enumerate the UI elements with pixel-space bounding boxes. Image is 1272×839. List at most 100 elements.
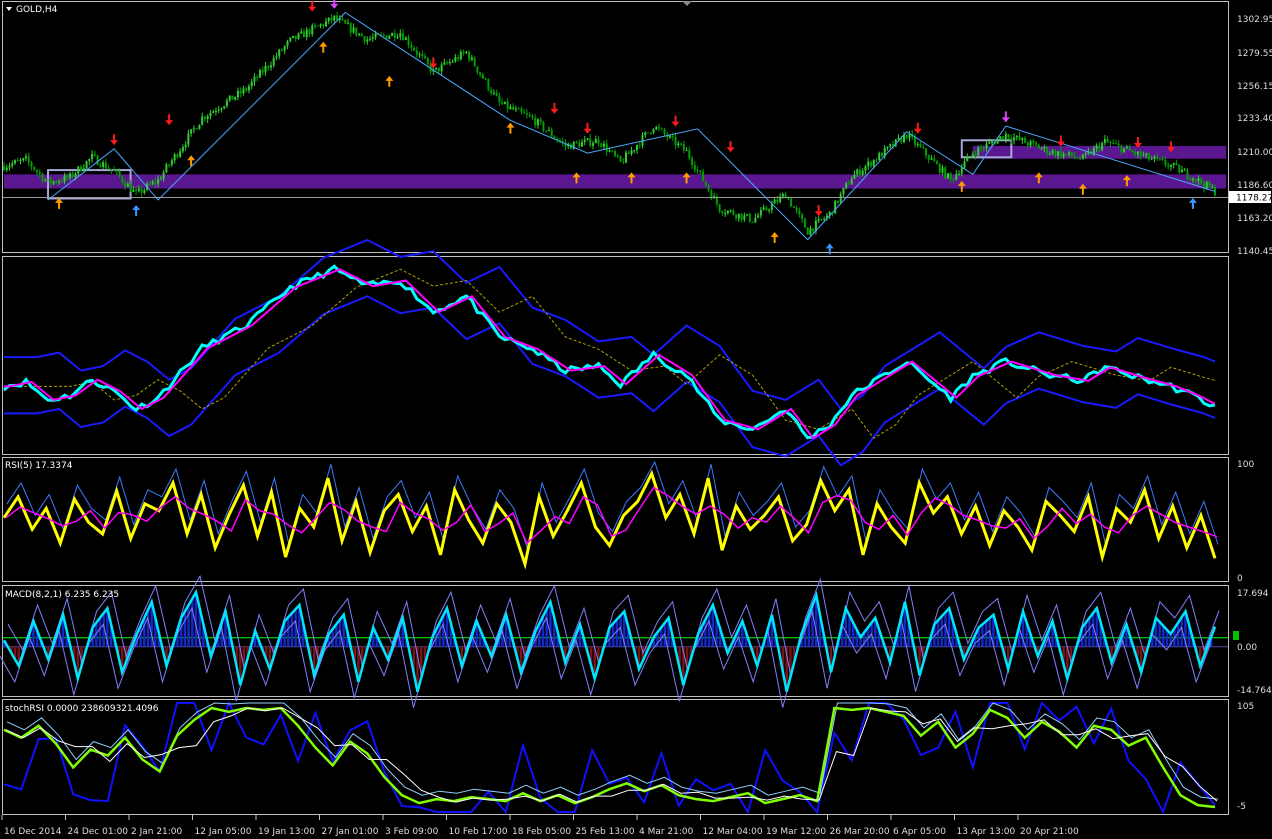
candle-body (531, 116, 534, 118)
symbol-title: GOLD,H4 (16, 5, 58, 15)
candle-body (534, 117, 537, 126)
candle-body (231, 95, 234, 100)
candle-body (999, 136, 1002, 139)
candle-body (1164, 159, 1167, 166)
candle-body (707, 185, 710, 191)
candle-body (982, 148, 985, 150)
sell-arrow (583, 128, 592, 134)
time-label: 18 Feb 05:00 (512, 827, 571, 837)
candle-body (820, 218, 823, 220)
candle-body (834, 200, 837, 214)
candle-body (132, 189, 135, 192)
candle-body (88, 159, 91, 162)
candle-body (415, 50, 418, 55)
candle-body (457, 57, 460, 60)
candle-body (704, 181, 707, 186)
candle-body (927, 155, 930, 160)
time-label: 12 Jan 05:00 (195, 827, 252, 837)
candle-body (36, 170, 39, 173)
candle-body (969, 156, 972, 158)
candle-body (30, 162, 33, 167)
candle-body (435, 67, 438, 70)
buy-arrow (506, 122, 515, 128)
candle-body (503, 101, 506, 104)
candle-body (1172, 163, 1175, 166)
candle-body (264, 66, 267, 73)
candle-body (157, 178, 160, 184)
candle-body (176, 154, 179, 157)
candle-body (1142, 155, 1145, 157)
candle-body (1084, 153, 1087, 155)
candle-body (58, 181, 61, 183)
candle-body (1054, 150, 1057, 157)
candle-body (5, 167, 8, 171)
candle-body (512, 106, 515, 110)
candle-body (27, 156, 30, 163)
candle-body (748, 214, 751, 222)
candle-body (126, 183, 129, 187)
candle-body (1178, 164, 1181, 173)
candle-body (944, 167, 947, 179)
candle-body (850, 178, 853, 185)
candle-body (1139, 151, 1142, 156)
macd-tick-zero: 0.00 (1237, 643, 1257, 653)
candle-body (1205, 181, 1208, 189)
candle-body (399, 33, 402, 37)
rsi-lines (2, 460, 1219, 570)
fast-ma (3, 264, 1216, 440)
candle-body (1167, 165, 1170, 167)
candle-body (693, 165, 696, 170)
candle-body (14, 160, 17, 164)
candle-body (1057, 151, 1060, 157)
symbol-menu-icon[interactable] (6, 7, 12, 11)
candle-body (91, 154, 94, 160)
candle-body (812, 228, 815, 232)
candle-body (823, 218, 826, 220)
stoch-tick-top: 105 (1237, 702, 1254, 712)
candle-body (1032, 141, 1035, 143)
candle-body (586, 138, 589, 140)
candle-body (1048, 153, 1051, 155)
candle-body (314, 25, 317, 27)
candle-body (781, 194, 784, 197)
candle-body (627, 152, 630, 154)
candle-body (798, 210, 801, 215)
candle-body (220, 108, 223, 110)
candle-body (1208, 181, 1211, 188)
candle-body (124, 182, 127, 187)
candle-body (743, 215, 746, 220)
candle-body (897, 137, 900, 140)
candle-body (737, 213, 740, 219)
candle-body (1128, 147, 1131, 151)
chart-shift-marker[interactable] (682, 1, 692, 6)
candle-body (476, 66, 479, 73)
candle-body (424, 56, 427, 59)
candle-body (286, 41, 289, 47)
candle-body (721, 211, 724, 214)
candle-body (688, 149, 691, 159)
buy-arrow (770, 231, 779, 237)
stoch-panel-frame (2, 699, 1229, 815)
candle-body (1161, 158, 1164, 160)
time-label: 19 Jan 13:00 (258, 827, 315, 837)
candle-body (272, 57, 275, 66)
candle-body (236, 90, 239, 98)
candle-body (3, 165, 5, 171)
candle-body (889, 144, 892, 147)
candle-body (275, 56, 278, 58)
stoch-tick-bottom: -5 (1237, 802, 1246, 812)
candle-body (680, 143, 683, 145)
candle-body (542, 121, 545, 131)
time-label: 3 Feb 09:00 (385, 827, 439, 837)
candle-body (168, 164, 171, 166)
candle-body (495, 92, 498, 96)
candle-body (385, 35, 388, 39)
candle-body (649, 132, 652, 134)
candle-body (297, 33, 300, 39)
candle-body (726, 210, 729, 213)
candle-body (437, 67, 440, 72)
candle-body (1081, 154, 1084, 159)
candle-body (1103, 139, 1106, 143)
candle-body (520, 108, 523, 112)
candle-body (922, 147, 925, 149)
